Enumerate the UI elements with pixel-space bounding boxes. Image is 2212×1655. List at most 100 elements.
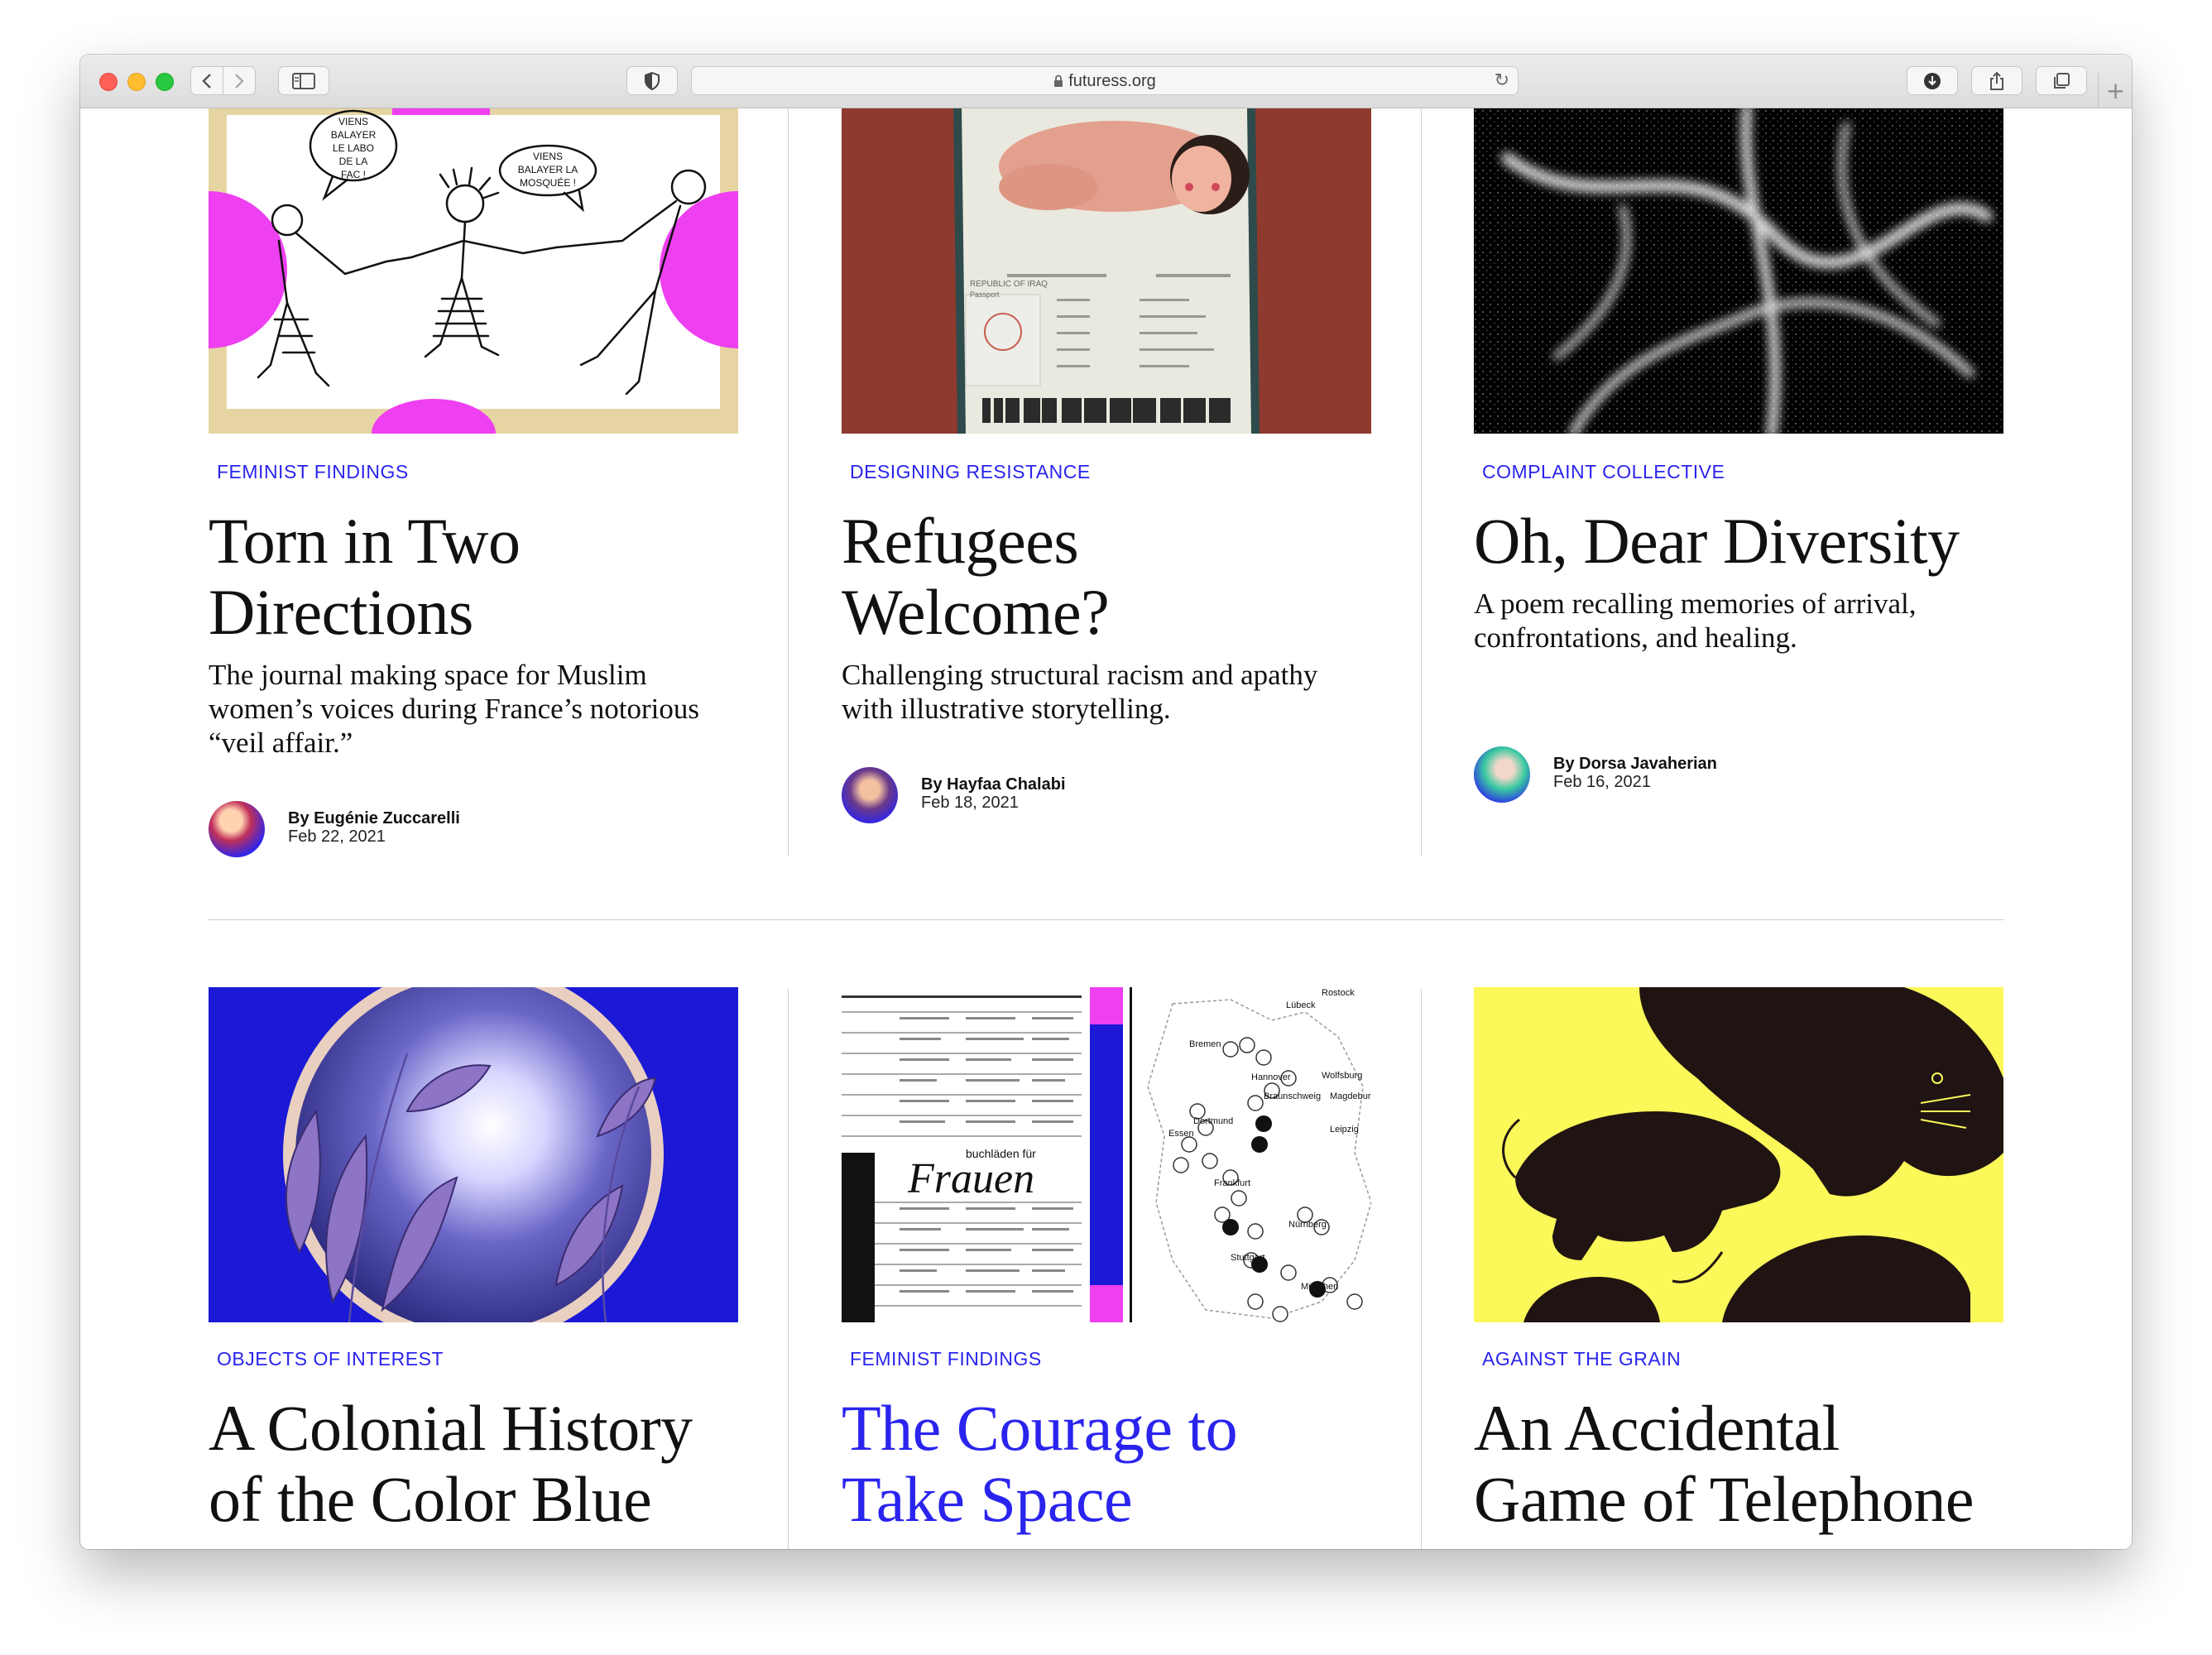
article-description-line: Challenging structural racism and apathy (842, 659, 1318, 691)
zoom-window-button[interactable] (156, 73, 174, 91)
article-thumbnail[interactable] (1474, 108, 2003, 434)
article-category[interactable]: AGAINST THE GRAIN (1482, 1348, 1681, 1370)
cartoon-illustration: VIENS BALAYER LE LABO DE LA FAC ! VIENS … (209, 108, 738, 434)
speech-bubble-text: VIENS (533, 151, 563, 162)
browser-window: futuress.org ↻ + VIENS BALAYER LE LABO D… (80, 55, 2132, 1549)
minimize-window-button[interactable] (127, 73, 146, 91)
passport-label: REPUBLIC OF IRAQ (970, 280, 1048, 289)
forward-button[interactable] (223, 66, 256, 95)
speech-bubble-text: BALAYER (331, 129, 377, 141)
article-category[interactable]: FEMINIST FINDINGS (217, 461, 409, 483)
new-tab-button[interactable]: + (2098, 73, 2132, 108)
close-window-button[interactable] (99, 73, 118, 91)
article-description-line: The journal making space for Muslim (209, 659, 647, 691)
speech-bubble-text: DE LA (339, 156, 368, 167)
article-thumbnail[interactable]: VIENS BALAYER LE LABO DE LA FAC ! VIENS … (209, 108, 738, 434)
speech-bubble-text: FAC ! (341, 169, 366, 180)
article-title-line: An Accidental (1474, 1392, 1840, 1464)
article-title[interactable]: An Accidental Game of Telephone (1474, 1393, 2003, 1535)
article-description-line: with illustrative storytelling. (842, 693, 1171, 725)
bookstore-map-illustration: buchläden für Frauen Rostock Lübeck Brem… (842, 987, 1371, 1322)
chevron-right-icon (235, 73, 244, 89)
column-divider (788, 989, 789, 1549)
article-card[interactable]: COMPLAINT COLLECTIVE Oh, Dear Diversity … (1474, 108, 2003, 853)
article-category[interactable]: OBJECTS OF INTEREST (217, 1348, 444, 1370)
author-info[interactable]: By Hayfaa Chalabi Feb 18, 2021 (842, 767, 1371, 825)
map-city-label: Bremen (1189, 1039, 1221, 1049)
map-city-label: Lübeck (1286, 1000, 1316, 1010)
panthers-illustration (1474, 987, 2003, 1322)
url-text: futuress.org (1068, 72, 1156, 90)
article-description: The journal making space for Muslim wome… (209, 658, 738, 760)
author-info[interactable]: By Dorsa Javaherian Feb 16, 2021 (1474, 746, 2003, 804)
avatar (842, 767, 898, 823)
article-thumbnail[interactable] (1474, 987, 2003, 1322)
page-content: VIENS BALAYER LE LABO DE LA FAC ! VIENS … (80, 108, 2132, 1549)
shield-icon (645, 71, 660, 90)
article-title[interactable]: A Colonial History of the Color Blue (209, 1393, 738, 1535)
article-card[interactable]: VIENS BALAYER LE LABO DE LA FAC ! VIENS … (209, 108, 738, 857)
article-description-line: confrontations, and healing. (1474, 621, 1797, 654)
article-thumbnail[interactable]: buchläden für Frauen Rostock Lübeck Brem… (842, 987, 1371, 1322)
article-title-line: Welcome? (842, 576, 1110, 648)
publish-date: Feb 16, 2021 (1553, 773, 1651, 791)
article-card[interactable]: AGAINST THE GRAIN An Accidental Game of … (1474, 987, 2003, 1549)
article-title-line: Torn in Two (209, 505, 521, 577)
speech-bubble-text: MOSQUÉE ! (520, 176, 576, 189)
avatar (1474, 746, 1530, 803)
column-divider (1421, 108, 1422, 856)
article-title[interactable]: Torn in Two Directions (209, 506, 738, 648)
map-city-label: Dortmund (1193, 1116, 1233, 1126)
article-title-line: The Courage to (842, 1392, 1238, 1464)
sidebar-toggle-button[interactable] (278, 66, 329, 95)
article-thumbnail[interactable] (209, 987, 738, 1322)
particle-illustration (1474, 108, 2003, 434)
article-description-line: A poem recalling memories of arrival, (1474, 588, 1917, 620)
article-card[interactable]: buchläden für Frauen Rostock Lübeck Brem… (842, 987, 1371, 1549)
passport-label: Passport (970, 290, 1000, 299)
article-card[interactable]: REPUBLIC OF IRAQ Passport DESIGNING RESI… (842, 108, 1371, 853)
speech-bubble-text: VIENS (338, 116, 368, 127)
downloads-button[interactable] (1907, 66, 1958, 95)
author-name[interactable]: By Hayfaa Chalabi (921, 775, 1066, 794)
article-title[interactable]: Refugees Welcome? (842, 506, 1371, 648)
back-button[interactable] (190, 66, 223, 95)
article-title[interactable]: Oh, Dear Diversity (1474, 506, 2003, 577)
reload-icon[interactable]: ↻ (1495, 70, 1509, 91)
url-display: futuress.org (692, 72, 1518, 91)
share-button[interactable] (1971, 66, 2022, 95)
blue-botanical-illustration (209, 987, 738, 1322)
article-title-line: Oh, Dear Diversity (1474, 505, 1960, 577)
privacy-report-button[interactable] (626, 66, 678, 95)
tabs-icon (2054, 72, 2070, 89)
download-icon (1924, 72, 1941, 89)
article-category[interactable]: DESIGNING RESISTANCE (850, 461, 1091, 483)
article-category[interactable]: COMPLAINT COLLECTIVE (1482, 461, 1725, 483)
article-title-line: Take Space (842, 1463, 1133, 1535)
author-name[interactable]: By Dorsa Javaherian (1553, 755, 1717, 774)
author-name[interactable]: By Eugénie Zuccarelli (288, 809, 460, 828)
author-info[interactable]: By Eugénie Zuccarelli Feb 22, 2021 (209, 801, 738, 859)
column-divider (1421, 989, 1422, 1549)
map-city-label: Rostock (1322, 988, 1355, 998)
row-divider (209, 919, 2004, 920)
tab-overview-button[interactable] (2036, 66, 2087, 95)
article-category[interactable]: FEMINIST FINDINGS (850, 1348, 1042, 1370)
map-city-label: Magdeburg (1330, 1091, 1371, 1101)
article-title-line: Game of Telephone (1474, 1463, 1974, 1535)
article-thumbnail[interactable]: REPUBLIC OF IRAQ Passport (842, 108, 1371, 434)
address-bar[interactable]: futuress.org ↻ (691, 66, 1519, 95)
avatar (209, 801, 265, 857)
map-city-label: Braunschweig (1264, 1091, 1321, 1101)
article-title-line: A Colonial History (209, 1392, 693, 1464)
map-city-label: Wolfsburg (1322, 1071, 1362, 1081)
lock-icon (1054, 74, 1063, 87)
article-title[interactable]: The Courage to Take Space (842, 1393, 1371, 1535)
publish-date: Feb 18, 2021 (921, 794, 1019, 812)
map-city-label: Stuttgart (1231, 1253, 1265, 1263)
article-card[interactable]: OBJECTS OF INTEREST A Colonial History o… (209, 987, 738, 1549)
map-city-label: Hannover (1251, 1072, 1291, 1082)
browser-toolbar: futuress.org ↻ + (80, 55, 2132, 108)
map-city-label: Nürnberg (1288, 1220, 1327, 1230)
map-city-label: Frankfurt (1214, 1178, 1250, 1188)
